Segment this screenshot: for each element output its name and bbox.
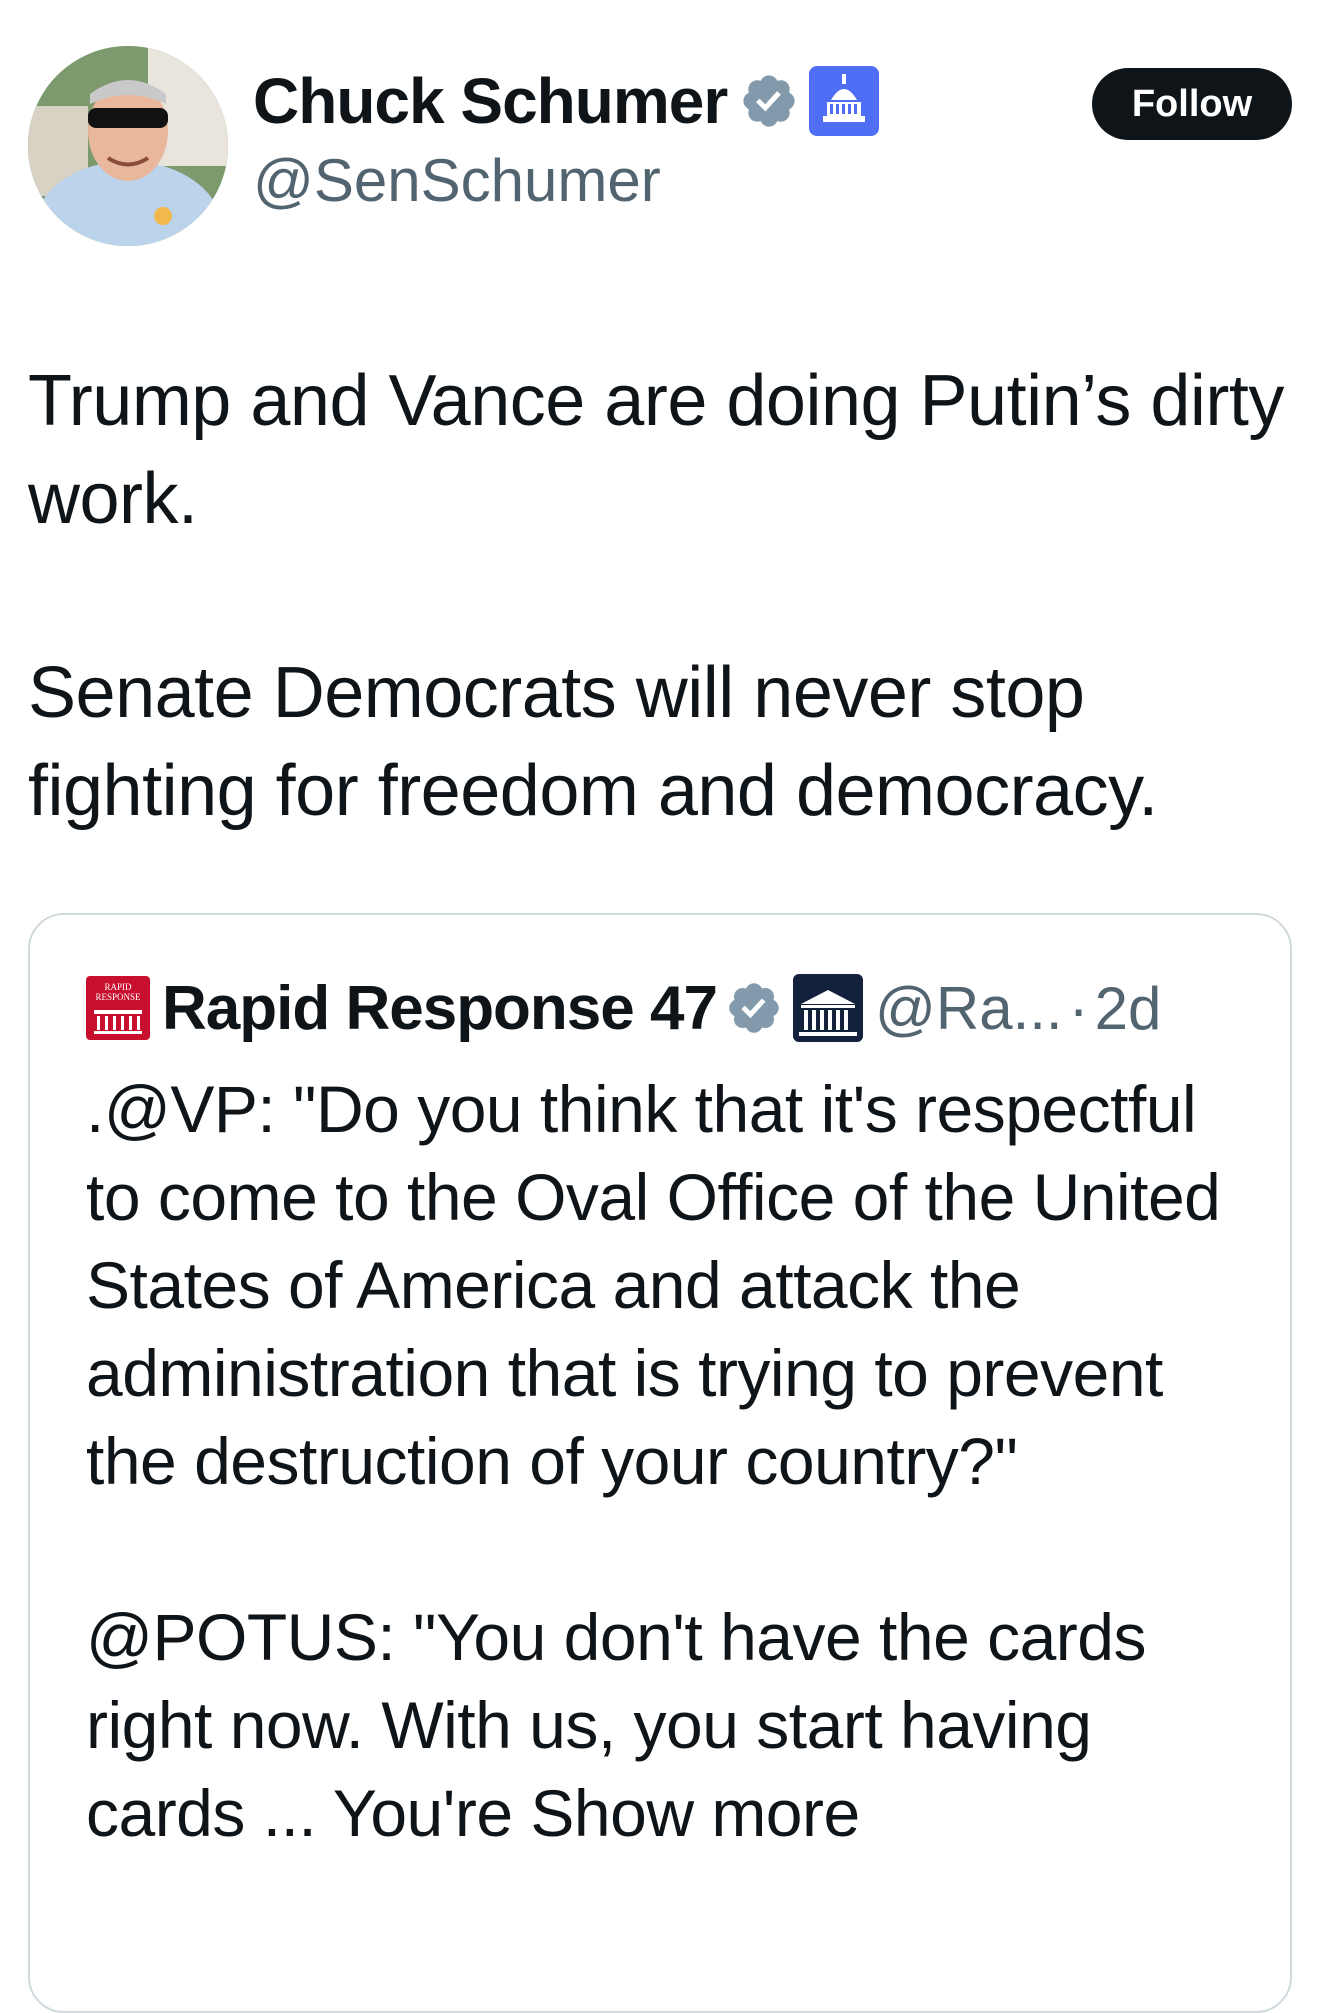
author-handle[interactable]: @SenSchumer <box>253 146 879 215</box>
show-more-link[interactable]: Show more <box>530 1776 860 1850</box>
tweet-body: Trump and Vance are doing Putin’s dirty … <box>28 352 1298 840</box>
meta-separator: · <box>1068 974 1089 1042</box>
quoted-tweet-paragraph-with-more: @POTUS: "You don't have the cards right … <box>86 1593 1246 1857</box>
quoted-author-avatar[interactable]: RAPID RESPONSE <box>86 976 150 1040</box>
quoted-tweet-header: RAPID RESPONSE Rapid Response 47 @Ra... … <box>86 970 1161 1046</box>
verified-check-icon[interactable] <box>725 979 783 1037</box>
author-avatar[interactable] <box>28 46 228 246</box>
verified-check-icon[interactable] <box>739 71 799 131</box>
white-house-icon[interactable] <box>792 974 863 1042</box>
capitol-building-icon[interactable] <box>809 66 880 136</box>
quoted-tweet-timestamp[interactable]: 2d <box>1095 974 1162 1043</box>
quoted-tweet-body: .@VP: "Do you think that it's respectful… <box>86 1065 1246 1857</box>
quoted-tweet-card[interactable]: RAPID RESPONSE Rapid Response 47 @Ra... … <box>28 913 1292 2013</box>
author-info: Chuck Schumer @SenSchumer <box>253 64 880 215</box>
tweet-paragraph: Senate Democrats will never stop fightin… <box>28 653 1158 831</box>
quoted-author-handle[interactable]: @Ra... <box>875 974 1063 1043</box>
tweet-header: Chuck Schumer @SenSchumer Follow <box>28 46 1292 246</box>
avatar-photo <box>28 46 228 246</box>
quoted-author-display-name[interactable]: Rapid Response 47 <box>162 973 718 1044</box>
author-display-name[interactable]: Chuck Schumer <box>253 64 728 138</box>
tweet-paragraph: Trump and Vance are doing Putin’s dirty … <box>28 361 1284 539</box>
author-name-row: Chuck Schumer <box>253 64 880 138</box>
quoted-tweet-paragraph: .@VP: "Do you think that it's respectful… <box>86 1072 1221 1498</box>
building-glyph <box>94 1010 142 1034</box>
follow-button[interactable]: Follow <box>1092 68 1292 140</box>
